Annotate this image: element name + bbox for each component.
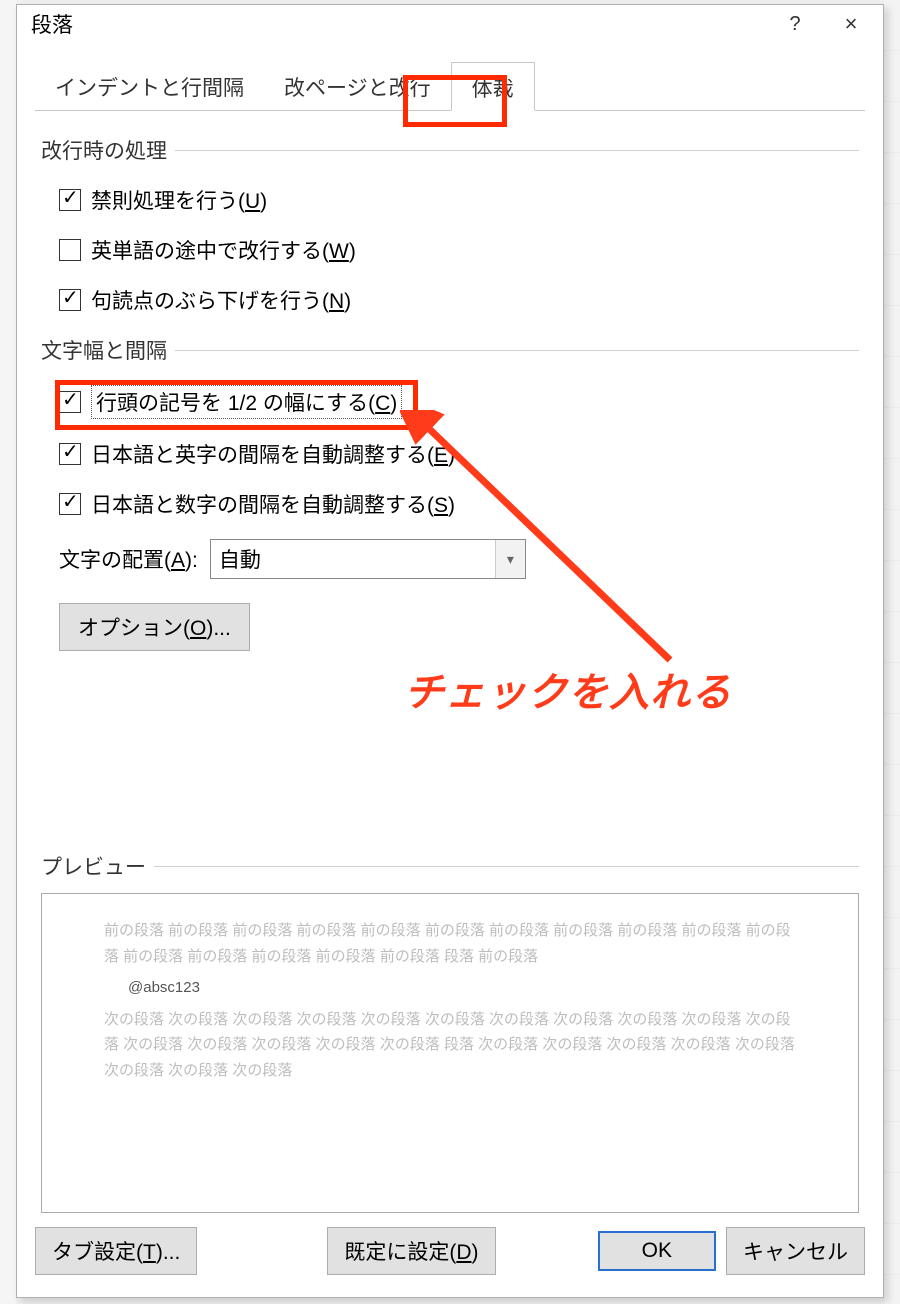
checkbox-icon <box>59 493 81 515</box>
preview-sample-text: @absc123 <box>104 975 796 1001</box>
check-adjust-jp-en[interactable]: 日本語と英字の間隔を自動調整する(E) <box>59 439 859 469</box>
set-default-button[interactable]: 既定に設定(D) <box>327 1227 495 1275</box>
check-label: 日本語と数字の間隔を自動調整する(S) <box>91 489 455 519</box>
group-title: 改行時の処理 <box>41 135 167 165</box>
background-left-strip <box>0 0 16 1304</box>
linebreak-options: 禁則処理を行う(U) 英単語の途中で改行する(W) 句読点のぶら下げを行う(N) <box>41 165 859 315</box>
tabs-container: インデントと行間隔 改ページと改行 体裁 <box>17 43 883 111</box>
divider <box>175 150 859 151</box>
check-kinsoku[interactable]: 禁則処理を行う(U) <box>59 185 859 215</box>
check-half-width-leading[interactable]: 行頭の記号を 1/2 の幅にする(C) <box>59 385 859 419</box>
checkbox-icon <box>59 189 81 211</box>
help-icon: ? <box>789 13 800 36</box>
check-label: 日本語と英字の間隔を自動調整する(E) <box>91 439 455 469</box>
tab-asian-typography[interactable]: 体裁 <box>451 62 535 111</box>
check-label: 禁則処理を行う(U) <box>91 185 267 215</box>
text-alignment-row: 文字の配置(A): 自動 ▾ <box>59 539 859 579</box>
alignment-label: 文字の配置(A): <box>59 544 198 574</box>
preview-section: プレビュー 前の段落 前の段落 前の段落 前の段落 前の段落 前の段落 前の段落… <box>41 851 859 1213</box>
tab-label: 改ページと改行 <box>284 77 431 100</box>
tab-label: 体裁 <box>472 78 514 101</box>
select-value: 自動 <box>219 544 261 574</box>
preview-label: プレビュー <box>41 851 859 881</box>
preview-box: 前の段落 前の段落 前の段落 前の段落 前の段落 前の段落 前の段落 前の段落 … <box>41 893 859 1213</box>
cancel-button[interactable]: キャンセル <box>726 1227 865 1275</box>
close-button[interactable]: × <box>823 6 879 42</box>
alignment-select[interactable]: 自動 ▾ <box>210 539 526 579</box>
preview-prev-text: 前の段落 前の段落 前の段落 前の段落 前の段落 前の段落 前の段落 前の段落 … <box>104 918 796 969</box>
divider <box>175 350 859 351</box>
dialog-title: 段落 <box>31 9 767 39</box>
tab-strip: インデントと行間隔 改ページと改行 体裁 <box>35 61 865 111</box>
checkbox-icon <box>59 289 81 311</box>
divider <box>154 866 859 867</box>
check-label: 行頭の記号を 1/2 の幅にする(C) <box>91 385 402 419</box>
options-button[interactable]: オプション(O)... <box>59 603 250 651</box>
tab-settings-button[interactable]: タブ設定(T)... <box>35 1227 197 1275</box>
check-label: 句読点のぶら下げを行う(N) <box>91 285 351 315</box>
check-hanging-punct[interactable]: 句読点のぶら下げを行う(N) <box>59 285 859 315</box>
tab-page-break[interactable]: 改ページと改行 <box>264 62 451 111</box>
checkbox-icon <box>59 239 81 261</box>
check-label: 英単語の途中で改行する(W) <box>91 235 356 265</box>
dialog-footer: タブ設定(T)... 既定に設定(D) OK キャンセル <box>17 1213 883 1297</box>
check-break-latin[interactable]: 英単語の途中で改行する(W) <box>59 235 859 265</box>
paragraph-dialog: 段落 ? × インデントと行間隔 改ページと改行 体裁 改行時の処理 禁則処理を… <box>16 4 884 1298</box>
group-title: 文字幅と間隔 <box>41 335 167 365</box>
spacing-options: 行頭の記号を 1/2 の幅にする(C) 日本語と英字の間隔を自動調整する(E) … <box>41 365 859 651</box>
chevron-down-icon: ▾ <box>495 540 525 578</box>
group-spacing-label: 文字幅と間隔 <box>41 335 859 365</box>
check-adjust-jp-num[interactable]: 日本語と数字の間隔を自動調整する(S) <box>59 489 859 519</box>
group-title: プレビュー <box>41 851 146 881</box>
button-label: キャンセル <box>743 1241 848 1264</box>
close-icon: × <box>845 11 858 37</box>
tab-label: インデントと行間隔 <box>55 77 244 100</box>
checkbox-icon <box>59 391 81 413</box>
annotation-text: チェックを入れる <box>404 660 732 718</box>
background-right-strip <box>884 0 900 1304</box>
titlebar: 段落 ? × <box>17 5 883 43</box>
preview-next-text: 次の段落 次の段落 次の段落 次の段落 次の段落 次の段落 次の段落 次の段落 … <box>104 1007 796 1084</box>
checkbox-icon <box>59 443 81 465</box>
group-linebreak-label: 改行時の処理 <box>41 135 859 165</box>
help-button[interactable]: ? <box>767 6 823 42</box>
tab-indent-spacing[interactable]: インデントと行間隔 <box>35 62 264 111</box>
button-label: OK <box>642 1239 672 1262</box>
ok-button[interactable]: OK <box>598 1231 716 1271</box>
